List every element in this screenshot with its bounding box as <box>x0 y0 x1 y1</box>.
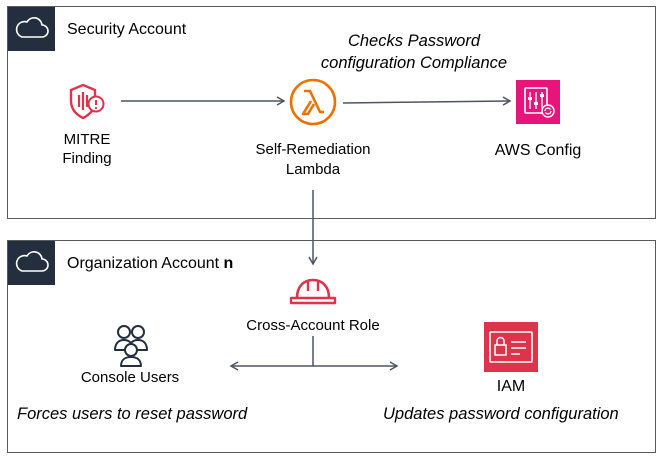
users-icon <box>105 320 155 368</box>
lambda-line1: Self-Remediation <box>255 141 371 158</box>
checks-compliance-annotation: Checks Password configuration Compliance <box>300 30 528 74</box>
lambda-line2: Lambda <box>285 161 341 178</box>
checks-compliance-line2: configuration Compliance <box>320 54 508 72</box>
iam-label: IAM <box>496 378 526 395</box>
console-users-label: Console Users <box>80 369 180 386</box>
arrow-lambda-to-config <box>342 96 512 106</box>
checks-compliance-line1: Checks Password <box>347 32 481 50</box>
aws-config-label: AWS Config <box>494 142 582 159</box>
shield-alert-icon <box>67 82 107 122</box>
aws-config-icon <box>516 80 560 124</box>
hard-hat-icon <box>288 273 338 309</box>
mitre-finding-line1: MITRE <box>63 131 111 148</box>
lambda-icon <box>288 77 338 127</box>
mitre-finding-label: MITRE Finding <box>50 130 124 168</box>
lambda-label: Self-Remediation Lambda <box>238 140 388 180</box>
updates-config-annotation: Updates password configuration <box>383 405 619 423</box>
mitre-finding-line2: Finding <box>62 150 112 167</box>
iam-icon <box>484 322 538 372</box>
cross-account-role-label: Cross-Account Role <box>246 317 380 334</box>
forces-reset-annotation: Forces users to reset password <box>17 405 248 423</box>
